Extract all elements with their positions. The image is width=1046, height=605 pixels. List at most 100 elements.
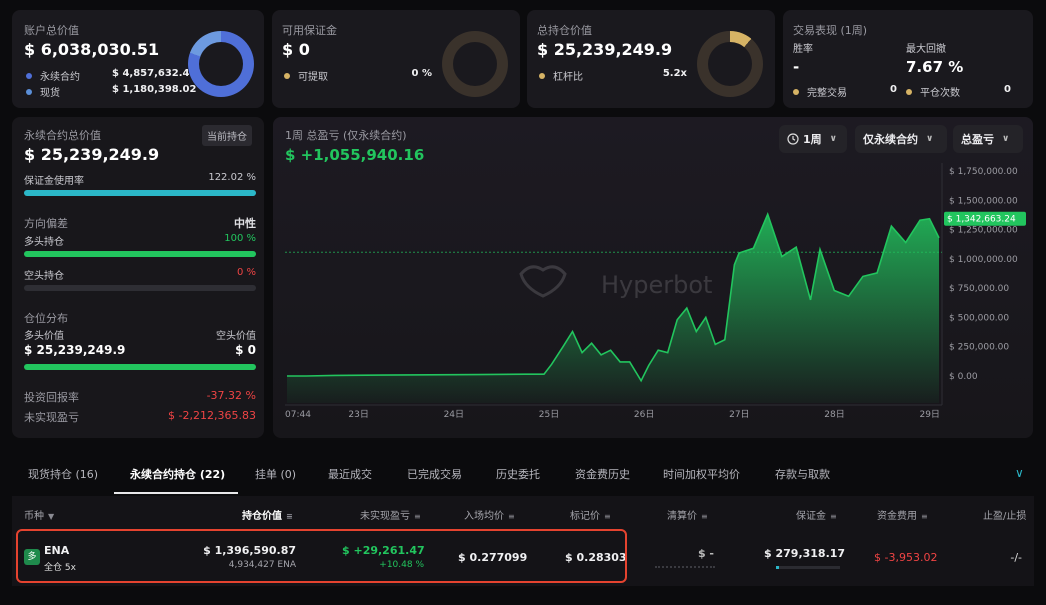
short-bar xyxy=(24,285,256,291)
position-title: 总持仓价值 xyxy=(537,24,592,37)
long-label: 多头持仓 xyxy=(24,237,64,248)
tab-completed-trades[interactable]: 已完成交易 xyxy=(407,466,462,482)
filter-icon[interactable]: ▼ xyxy=(48,512,54,521)
perp-total-title: 永续合约总价值 xyxy=(24,129,101,142)
tab-deposits-withdrawals[interactable]: 存款与取款 xyxy=(775,466,830,482)
x-tick-label: 26日 xyxy=(634,409,654,420)
x-tick-label: 27日 xyxy=(729,409,749,420)
withdrawable-legend: 可提取 xyxy=(284,68,328,83)
full-trades-legend: 完整交易 xyxy=(793,84,847,99)
y-tick-label: $ 0.00 xyxy=(949,372,978,382)
full-trades-value: 0 xyxy=(890,84,897,95)
col-margin-label: 保证金 xyxy=(796,511,826,522)
position-donut-chart xyxy=(697,31,763,97)
account-value-title: 账户总价值 xyxy=(24,24,79,37)
y-tick-label: $ 750,000.00 xyxy=(949,284,1009,294)
legend-dot xyxy=(284,73,290,79)
margin-usage-track xyxy=(776,566,840,569)
col-entry[interactable]: 入场均价 ≡ xyxy=(464,507,515,522)
y-tick-label: $ 1,750,000.00 xyxy=(949,167,1018,177)
close-count-label: 平仓次数 xyxy=(920,88,960,99)
y-tick-label: $ 500,000.00 xyxy=(949,313,1009,323)
sort-icon[interactable]: ≡ xyxy=(921,512,928,521)
hyperbot-watermark: Hyperbot xyxy=(519,265,712,299)
sort-icon[interactable]: ≡ xyxy=(604,512,611,521)
y-tick-label: $ 1,000,000.00 xyxy=(949,255,1018,265)
max-drawdown-value: 7.67 % xyxy=(906,58,964,76)
legend-dot xyxy=(26,73,32,79)
legend-dot xyxy=(26,89,32,95)
legend-dot xyxy=(793,89,799,95)
account-donut-chart xyxy=(188,31,254,97)
long-bar xyxy=(24,251,256,257)
upnl-label: 未实现盈亏 xyxy=(24,411,79,424)
pnl-area-chart[interactable]: Hyperbot $ 1,342,663.24 $ 1,750,000.00$ … xyxy=(273,117,1033,438)
y-tick-label: $ 1,250,000.00 xyxy=(949,226,1018,236)
liq-price-cell: $ - xyxy=(697,547,714,560)
col-entry-label: 入场均价 xyxy=(464,511,504,522)
x-tick-label: 28日 xyxy=(824,409,844,420)
col-position-value-label: 持仓价值 xyxy=(242,511,282,522)
col-funding[interactable]: 资金费用 ≡ xyxy=(877,507,928,522)
short-label: 空头持仓 xyxy=(24,271,64,282)
tab-funding-history[interactable]: 资金费历史 xyxy=(575,466,630,482)
margin-cell: $ 279,318.17 xyxy=(764,547,846,560)
spot-value: $ 1,180,398.02 xyxy=(112,84,197,95)
margin-usage-fill xyxy=(24,190,256,196)
bias-label: 方向偏差 xyxy=(24,217,68,230)
last-value-text: $ 1,342,663.24 xyxy=(947,215,1016,225)
tab-spot-holdings[interactable]: 现货持仓 (16) xyxy=(28,466,98,482)
tab-recent-fills[interactable]: 最近成交 xyxy=(328,466,372,482)
x-tick-label: 23日 xyxy=(348,409,368,420)
roi-label: 投资回报率 xyxy=(24,391,79,404)
sort-icon[interactable]: ≡ xyxy=(701,512,708,521)
col-coin[interactable]: 币种 ▼ xyxy=(24,507,54,522)
long-fill xyxy=(24,251,256,257)
margin-donut-chart xyxy=(442,31,508,97)
long-value: 100 % xyxy=(224,233,256,244)
sort-icon[interactable]: ≡ xyxy=(414,512,421,521)
sort-icon[interactable]: ≡ xyxy=(830,512,837,521)
col-funding-label: 资金费用 xyxy=(877,511,917,522)
col-mark[interactable]: 标记价 ≡ xyxy=(570,507,611,522)
dist-long-label: 多头价值 xyxy=(24,331,64,342)
perp-label: 永续合约 xyxy=(40,72,80,83)
margin-usage-bar xyxy=(24,190,256,196)
distribution-bar xyxy=(24,364,256,370)
bias-value: 中性 xyxy=(234,217,256,230)
highlighted-row-outline xyxy=(16,529,627,583)
tab-open-orders[interactable]: 挂单 (0) xyxy=(255,466,296,482)
y-tick-label: $ 1,500,000.00 xyxy=(949,196,1018,206)
sort-icon[interactable]: ≡ xyxy=(286,512,293,521)
perp-legend: 永续合约 xyxy=(26,68,80,83)
y-axis-ticks: $ 1,750,000.00 $ 1,500,000.00 $ 1,250,000.… xyxy=(949,167,1018,382)
upnl-value: $ -2,212,365.83 xyxy=(168,409,256,422)
tab-order-history[interactable]: 历史委托 xyxy=(496,466,540,482)
roi-value: -37.32 % xyxy=(206,389,256,402)
withdrawable-label: 可提取 xyxy=(298,72,328,83)
win-rate-label: 胜率 xyxy=(793,44,813,55)
performance-title: 交易表现 (1周) xyxy=(793,24,868,37)
col-coin-label: 币种 xyxy=(24,511,44,522)
position-tabs: 现货持仓 (16) 永续合约持仓 (22) 挂单 (0) 最近成交 已完成交易 … xyxy=(12,456,1034,494)
col-upnl[interactable]: 未实现盈亏 ≡ xyxy=(360,507,421,522)
position-value: $ 25,239,249.9 xyxy=(537,40,673,59)
pnl-chart-panel: 1周 总盈亏 (仅永续合约) $ +1,055,940.16 1周 ∨ 仅永续合约… xyxy=(273,117,1033,438)
tab-twap[interactable]: 时间加权平均价 xyxy=(663,466,740,482)
col-liq[interactable]: 清算价 ≡ xyxy=(667,507,708,522)
full-trades-label: 完整交易 xyxy=(807,88,847,99)
perp-value: $ 4,857,632.49 xyxy=(112,68,197,79)
current-position-tag[interactable]: 当前持仓 xyxy=(202,125,252,146)
short-value: 0 % xyxy=(236,267,256,278)
tab-perp-positions[interactable]: 永续合约持仓 (22) xyxy=(130,466,225,482)
col-margin[interactable]: 保证金 ≡ xyxy=(796,507,837,522)
performance-card: 交易表现 (1周) 胜率 - 最大回撤 7.67 % 完整交易 0 平仓次数 0 xyxy=(783,10,1033,108)
y-tick-label: $ 250,000.00 xyxy=(949,343,1009,353)
col-position-value[interactable]: 持仓价值 ≡ xyxy=(242,507,293,522)
tpsl-cell[interactable]: -/- xyxy=(990,551,1022,564)
max-drawdown-label: 最大回撤 xyxy=(906,44,946,55)
expand-chevron-icon[interactable]: ∨ xyxy=(1015,466,1024,480)
sort-icon[interactable]: ≡ xyxy=(508,512,515,521)
margin-value: $ 0 xyxy=(282,40,310,59)
x-axis-ticks: 07:44 23日 24日 25日 26日 27日 28日 29日 xyxy=(285,409,940,420)
